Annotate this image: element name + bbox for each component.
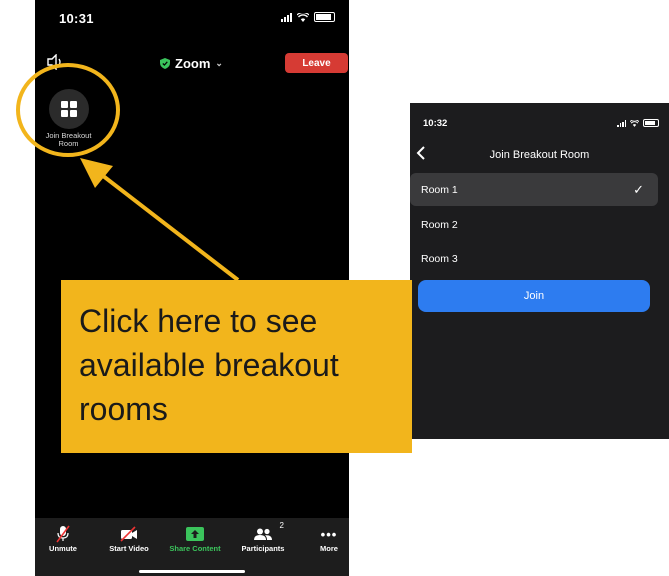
participants-button[interactable]: 2 Participants [234,521,292,553]
grid-icon [60,101,77,117]
join-breakout-room-button[interactable]: Join Breakout Room [41,89,96,148]
status-bar: 10:31 [35,0,349,40]
room-label: Room 1 [421,183,458,196]
participants-count: 2 [279,521,284,530]
unmute-label: Unmute [49,544,77,553]
meeting-title: Zoom [175,56,211,71]
video-off-icon [120,526,137,542]
home-indicator [139,570,245,573]
status-time-right: 10:32 [423,118,448,129]
checkmark-icon: ✓ [633,182,644,197]
wifi-icon [630,119,639,127]
participants-icon [254,528,272,540]
unmute-button[interactable]: Unmute [43,524,83,553]
callout-line-3: rooms [79,391,168,427]
status-icons-right [617,119,659,127]
start-video-label: Start Video [109,544,149,553]
wifi-icon [297,12,309,22]
leave-button[interactable]: Leave [285,53,348,73]
callout-line-1: Click here to see [79,303,318,339]
callout-box: Click here to see available breakout roo… [61,280,412,453]
chevron-down-icon: ⌄ [215,58,223,68]
join-button[interactable]: Join [418,280,650,312]
callout-text: Click here to see available breakout roo… [79,299,409,431]
more-button[interactable]: ••• More [309,524,349,554]
room-option-1[interactable]: Room 1 ✓ [410,173,658,206]
room-option-3[interactable]: Room 3 [410,242,658,275]
meeting-top-bar: Zoom ⌄ Leave [35,50,349,78]
status-time: 10:31 [59,11,94,26]
share-arrow-icon [186,527,204,541]
breakout-label-line2: Room [58,139,79,148]
battery-icon [643,119,659,127]
status-icons [281,12,335,22]
participants-label: Participants [241,544,285,553]
callout-line-2: available breakout [79,347,339,383]
room-option-2[interactable]: Room 2 [410,208,658,241]
more-icon: ••• [320,526,338,542]
shield-icon [160,58,170,69]
page-title: Join Breakout Room [489,149,590,161]
room-label: Room 3 [421,252,458,265]
breakout-circle [48,89,89,129]
mic-muted-icon [56,525,70,543]
more-label: More [320,544,338,553]
signal-icon [281,12,292,22]
speaker-icon[interactable] [45,54,65,70]
meeting-title-dropdown[interactable]: Zoom ⌄ [160,56,223,71]
right-phone-screen: 10:32 Join Breakout Room Room 1 ✓ Room 2… [410,103,669,439]
battery-icon [314,12,335,22]
share-content-button[interactable]: Share Content [161,524,229,553]
start-video-button[interactable]: Start Video [101,524,157,553]
signal-icon [617,119,626,127]
room-label: Room 2 [421,218,458,231]
share-content-label: Share Content [169,544,221,553]
breakout-label: Join Breakout Room [41,132,96,148]
meeting-toolbar: Unmute Start Video Share Content 2 Parti… [35,518,349,576]
